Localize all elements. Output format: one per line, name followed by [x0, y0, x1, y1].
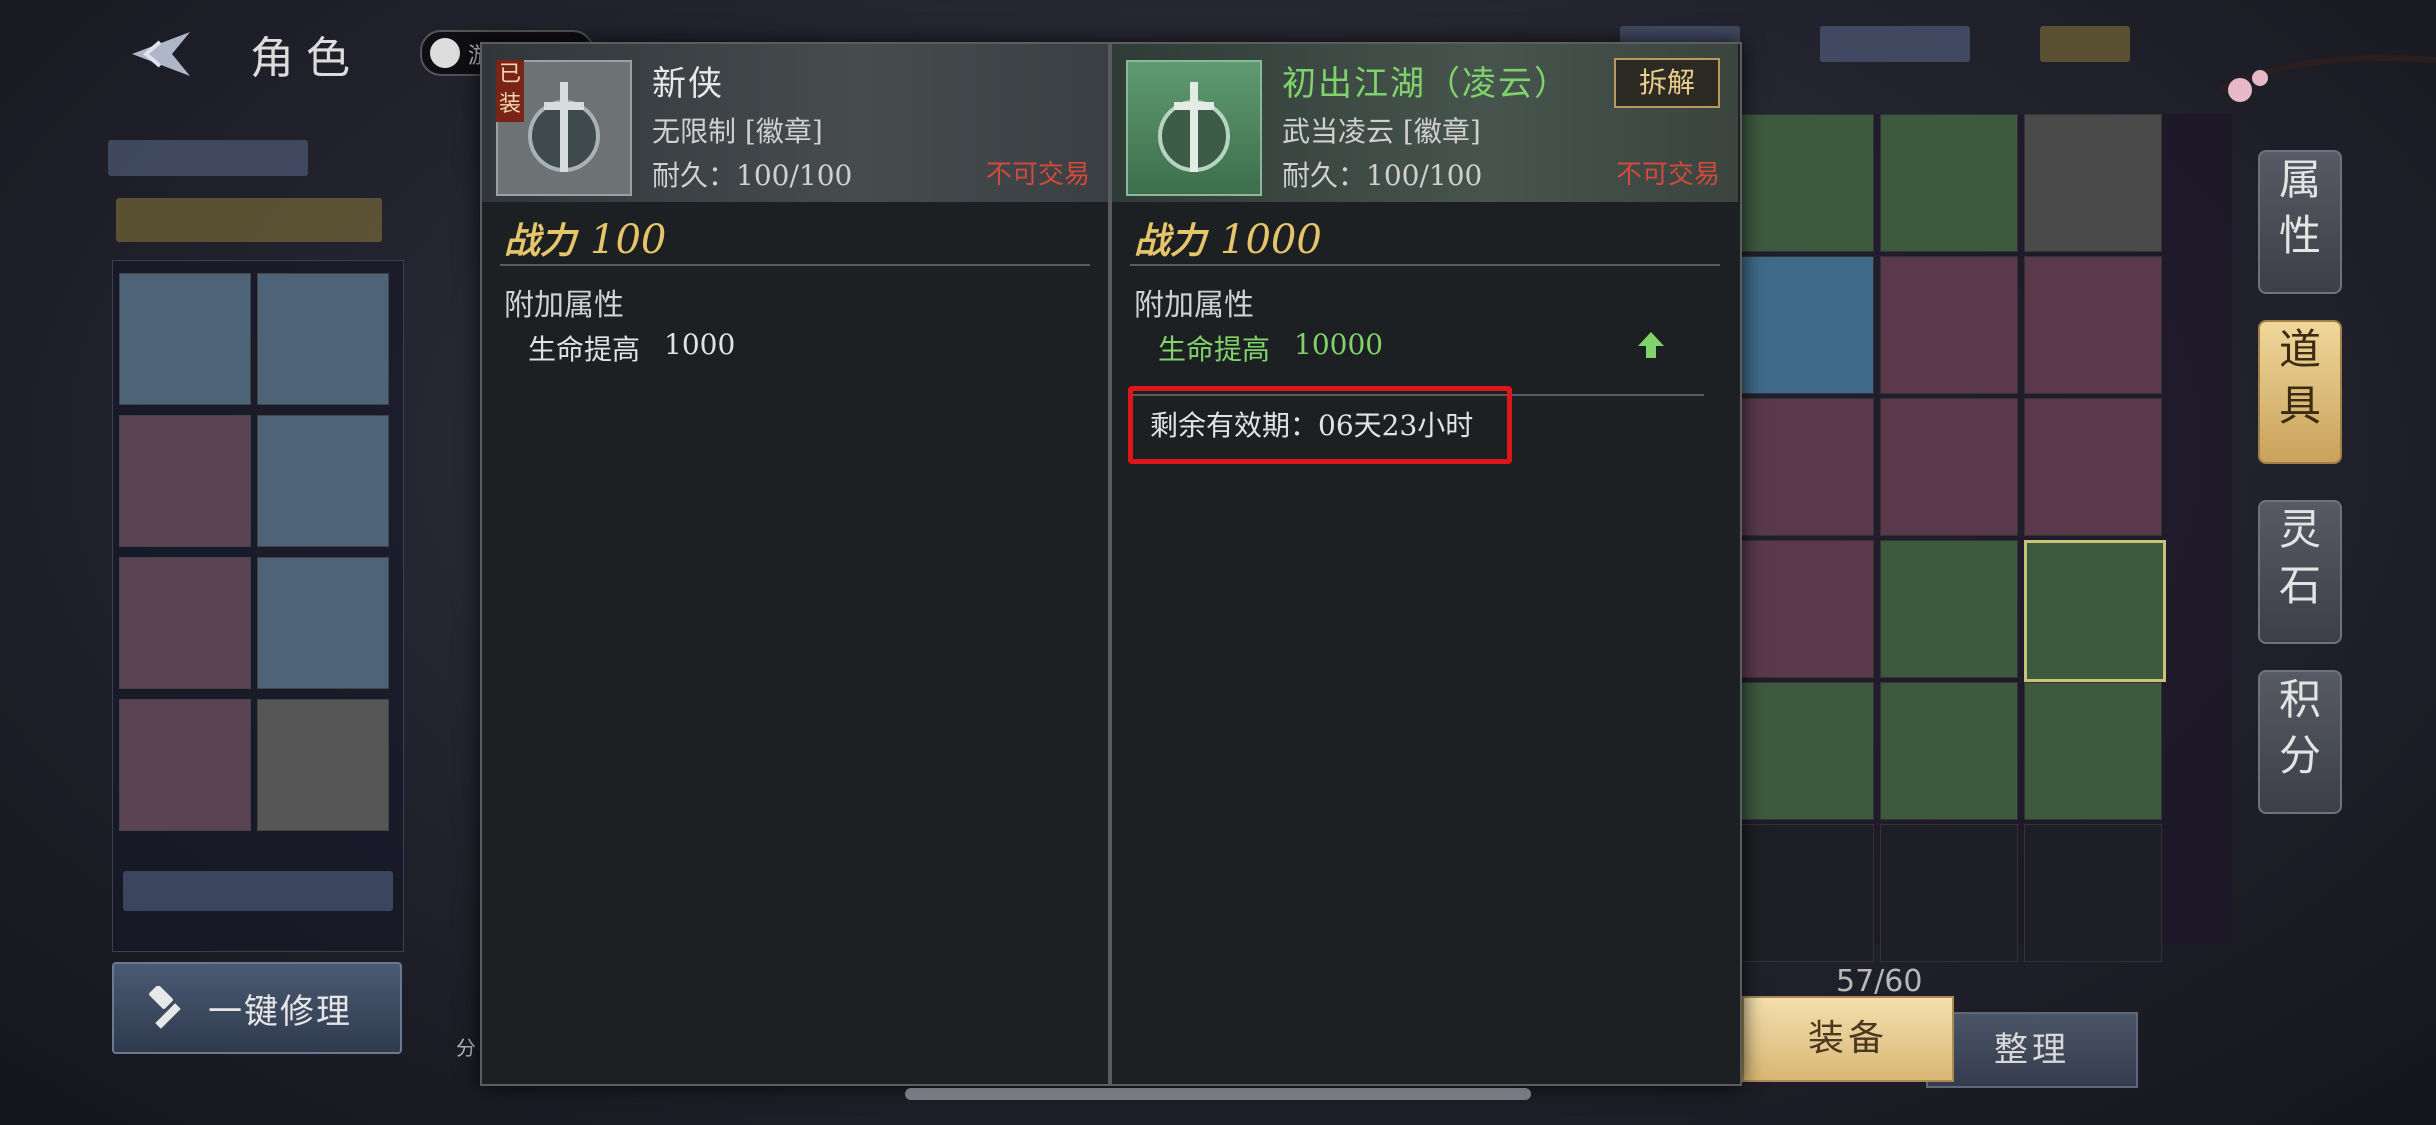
tab-points[interactable]: 积 分 [2258, 670, 2342, 814]
power-label: 战力 [504, 220, 577, 262]
repair-all-label: 一键修理 [208, 992, 352, 1032]
blurred-info [123, 871, 393, 911]
divider [1130, 264, 1720, 266]
divider [500, 264, 1090, 266]
blurred-currency [2040, 26, 2130, 62]
equipment-slot[interactable] [119, 415, 251, 547]
inventory-slot[interactable] [1736, 398, 1874, 536]
tab-points-char2: 分 [2278, 731, 2321, 780]
equipment-slot[interactable] [119, 557, 251, 689]
tab-spirit-stone-char2: 石 [2278, 561, 2321, 610]
item-subtitle: 武当凌云 [徽章] [1282, 115, 1481, 148]
blurred-player-stat [116, 198, 382, 242]
side-tab-column: 属 性 道 具 灵 石 积 分 [2258, 150, 2342, 830]
inventory-slot[interactable] [1880, 398, 2018, 536]
home-indicator [905, 1088, 1531, 1100]
repair-all-button[interactable]: 一键修理 [112, 962, 402, 1054]
inventory-slot[interactable] [2024, 824, 2162, 962]
badge-item-icon [1126, 60, 1262, 196]
tab-attributes[interactable]: 属 性 [2258, 150, 2342, 294]
power-value: 1000 [1220, 217, 1322, 263]
inventory-capacity: 57/60 [1836, 964, 1923, 999]
back-arrow-icon[interactable] [120, 28, 200, 80]
card-header: 初出江湖（凌云） 拆解 武当凌云 [徽章] 耐久：100/100 不可交易 [1112, 44, 1738, 202]
item-durability: 耐久：100/100 [1282, 159, 1483, 192]
inventory-slot[interactable] [2024, 114, 2162, 252]
compare-item-card: 初出江湖（凌云） 拆解 武当凌云 [徽章] 耐久：100/100 不可交易 战力… [1112, 44, 1738, 1084]
tab-items-char1: 道 [2278, 325, 2321, 374]
tab-items[interactable]: 道 具 [2258, 320, 2342, 464]
inventory-slot[interactable] [1880, 682, 2018, 820]
inventory-slot[interactable] [2024, 256, 2162, 394]
power-value: 100 [590, 217, 667, 263]
item-name: 初出江湖（凌云） [1282, 64, 1570, 104]
inventory-slot[interactable] [1880, 256, 2018, 394]
tab-points-char1: 积 [2278, 675, 2321, 724]
sort-button[interactable]: 整理 [1926, 1012, 2138, 1088]
equipment-slot[interactable] [257, 699, 389, 831]
hammer-icon [149, 986, 181, 1029]
power-row: 战力 100 [504, 212, 666, 272]
inventory-slot[interactable] [1880, 540, 2018, 678]
trade-status: 不可交易 [985, 160, 1090, 190]
tab-spirit-stone-char1: 灵 [2278, 505, 2321, 554]
split-label: 分 [456, 1036, 476, 1060]
equipment-slot[interactable] [257, 415, 389, 547]
inventory-slot[interactable] [2024, 398, 2162, 536]
expiry-remaining: 剩余有效期：06天23小时 [1150, 409, 1474, 442]
equipment-slot[interactable] [119, 699, 251, 831]
equipment-slot[interactable] [257, 557, 389, 689]
extra-attributes-title: 附加属性 [504, 288, 624, 323]
inventory-slot[interactable] [1736, 824, 1874, 962]
equipment-slots-panel [112, 260, 404, 952]
blurred-currency [1820, 26, 1970, 62]
inventory-slot[interactable] [2024, 540, 2166, 682]
blurred-player-name [108, 140, 308, 176]
attribute-value: 1000 [664, 328, 736, 361]
stat-up-arrow-icon [1638, 332, 1664, 358]
avatar-icon [430, 38, 460, 68]
page-title: 角色 [250, 33, 362, 84]
plum-branch-decoration [2220, 55, 2436, 102]
power-row: 战力 1000 [1134, 212, 1322, 272]
inventory-slot[interactable] [1736, 682, 1874, 820]
tab-items-char2: 具 [2278, 381, 2321, 430]
power-label: 战力 [1134, 220, 1207, 262]
attribute-name: 生命提高 [1158, 333, 1271, 366]
attribute-value: 10000 [1294, 328, 1384, 361]
equipped-tag: 已装 [496, 60, 524, 122]
tab-equipment[interactable]: 装备 [1742, 996, 1954, 1082]
sword-shield-icon [1158, 82, 1230, 172]
equipped-item-card: 已装 新侠 无限制 [徽章] 耐久：100/100 不可交易 战力 100 附加属… [482, 44, 1108, 1084]
inventory-slot[interactable] [1880, 114, 2018, 252]
dismantle-button[interactable]: 拆解 [1614, 58, 1720, 108]
tab-attributes-char1: 属 [2278, 155, 2321, 204]
inventory-slot[interactable] [1880, 824, 2018, 962]
equipment-slot[interactable] [257, 273, 389, 405]
inventory-grid [1736, 114, 2232, 962]
trade-status: 不可交易 [1615, 160, 1720, 190]
inventory-slot[interactable] [2024, 682, 2162, 820]
attribute-name: 生命提高 [528, 333, 641, 366]
card-header: 已装 新侠 无限制 [徽章] 耐久：100/100 不可交易 [482, 44, 1108, 202]
tab-spirit-stone[interactable]: 灵 石 [2258, 500, 2342, 644]
item-name: 新侠 [652, 64, 724, 104]
inventory-slot[interactable] [1736, 114, 1874, 252]
inventory-slot[interactable] [1736, 256, 1874, 394]
item-compare-tooltip: 已装 新侠 无限制 [徽章] 耐久：100/100 不可交易 战力 100 附加属… [480, 42, 1742, 1086]
inventory-slot[interactable] [1736, 540, 1874, 678]
item-durability: 耐久：100/100 [652, 159, 853, 192]
tab-attributes-char2: 性 [2278, 211, 2321, 260]
item-subtitle: 无限制 [徽章] [652, 115, 823, 148]
equipment-slot[interactable] [119, 273, 251, 405]
extra-attributes-title: 附加属性 [1134, 288, 1254, 323]
